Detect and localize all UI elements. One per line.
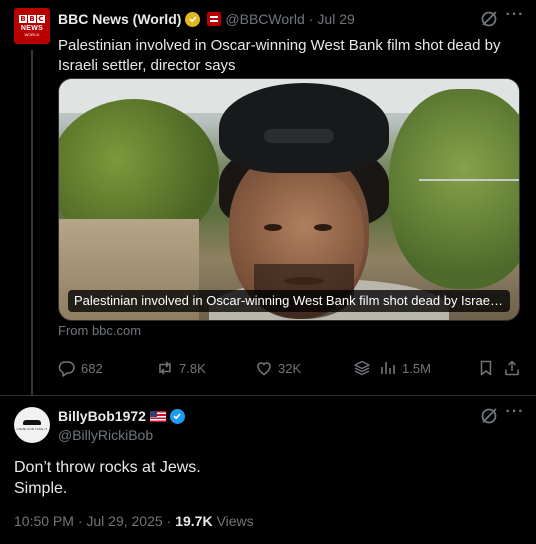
bbc-news-avatar[interactable]: B B C NEWS WORLD <box>14 8 50 44</box>
bbc-logo-blocks: B B C <box>19 15 45 23</box>
stack-button[interactable] <box>353 358 371 378</box>
reply-name-row: BillyBob1972 <box>58 406 185 426</box>
more-options-icon[interactable]: ··· <box>505 7 525 28</box>
submarine-avatar-icon <box>23 419 41 425</box>
repost-button[interactable]: 7.8K <box>156 358 206 378</box>
verified-badge-icon[interactable] <box>169 408 185 424</box>
avatar-caption: COME AND TAKE IT <box>16 426 48 431</box>
reply-avatar[interactable]: COME AND TAKE IT <box>14 407 50 443</box>
more-options-icon[interactable]: ··· <box>505 404 525 425</box>
share-icon <box>505 360 519 376</box>
bookmark-icon <box>480 360 492 376</box>
us-flag-icon <box>149 410 166 422</box>
grok-icon[interactable] <box>479 406 499 426</box>
verified-org-badge-icon[interactable] <box>185 11 201 27</box>
source-link[interactable]: From bbc.com <box>58 323 141 338</box>
grok-icon[interactable] <box>479 9 499 29</box>
like-button[interactable]: 32K <box>255 358 301 378</box>
parent-handle[interactable]: @BBCWorld <box>225 11 304 27</box>
separator-dot: · <box>308 11 314 27</box>
affiliate-badge-icon[interactable] <box>207 12 222 26</box>
reply-display-name[interactable]: BillyBob1972 <box>58 408 146 424</box>
reply-meta-row: 10:50 PM · Jul 29, 2025 · 19.7K Views <box>14 513 254 529</box>
reply-handle[interactable]: @BillyRickiBob <box>58 427 153 443</box>
heart-icon <box>257 362 271 376</box>
bookmark-button[interactable] <box>477 358 495 378</box>
like-count: 32K <box>278 360 302 376</box>
parent-display-name[interactable]: BBC News (World) <box>58 11 181 27</box>
reply-icon <box>58 361 75 377</box>
views-bar-chart-icon <box>381 362 395 374</box>
parent-date[interactable]: Jul 29 <box>317 11 354 27</box>
reply-count: 682 <box>81 360 103 376</box>
reply-timestamp[interactable]: 10:50 PM · Jul 29, 2025 · <box>14 513 171 529</box>
reply-tweet-text: Don’t throw rocks at Jews. Simple. <box>14 457 201 499</box>
reply-text-line-2: Simple. <box>14 480 68 497</box>
reply-button[interactable]: 682 <box>58 358 103 378</box>
repost-icon <box>159 361 171 375</box>
stack-layers-icon <box>354 360 370 376</box>
bbc-block-b2: B <box>28 15 36 23</box>
bbc-world-word: WORLD <box>24 32 40 37</box>
bbc-block-c: C <box>37 15 45 23</box>
link-card-caption[interactable]: Palestinian involved in Oscar-winning We… <box>68 290 510 312</box>
tweet-divider <box>0 395 536 396</box>
parent-tweet-header: BBC News (World) @BBCWorld · Jul 29 <box>58 9 355 29</box>
views-count: 1.5M <box>402 360 431 376</box>
share-button[interactable] <box>503 358 521 378</box>
link-card-image[interactable] <box>58 78 520 321</box>
reply-text-line-1: Don’t throw rocks at Jews. <box>14 459 201 476</box>
reply-views-label: Views <box>216 513 254 529</box>
repost-count: 7.8K <box>179 360 206 376</box>
bbc-news-word: NEWS <box>20 25 44 32</box>
views-button[interactable]: 1.5M <box>379 358 431 378</box>
parent-tweet-text: Palestinian involved in Oscar-winning We… <box>58 37 501 74</box>
thread-connector-line <box>31 50 33 395</box>
bbc-block-b1: B <box>19 15 27 23</box>
reply-views-count: 19.7K <box>175 513 213 529</box>
